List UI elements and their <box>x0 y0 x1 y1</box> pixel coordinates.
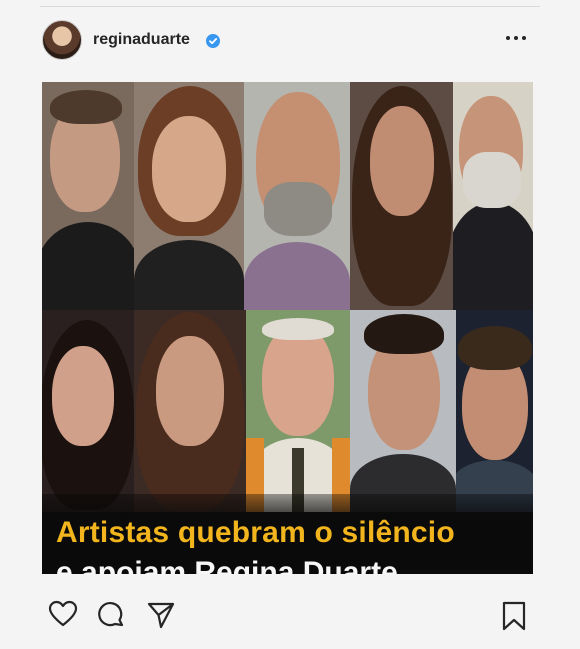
post-image-bottom-edge <box>42 574 533 582</box>
portrait-collage <box>42 82 533 512</box>
action-bar <box>0 600 580 640</box>
comment-icon[interactable] <box>96 600 126 630</box>
portrait-10 <box>456 310 533 512</box>
share-icon[interactable] <box>146 600 176 630</box>
post-image[interactable]: Artistas quebram o silêncio e apoiam Reg… <box>42 82 533 582</box>
portrait-9 <box>350 310 456 512</box>
heart-icon[interactable] <box>48 600 78 628</box>
portrait-1 <box>42 82 134 310</box>
verified-badge-icon <box>206 34 220 48</box>
bookmark-icon[interactable] <box>500 600 528 632</box>
portrait-2 <box>134 82 244 310</box>
portrait-8 <box>246 310 350 512</box>
portrait-5 <box>453 82 533 310</box>
avatar[interactable] <box>42 20 82 60</box>
more-options-icon[interactable] <box>506 32 526 44</box>
portrait-7 <box>134 310 246 512</box>
portrait-6 <box>42 310 134 512</box>
post-header: reginaduarte <box>0 14 580 66</box>
caption-line-1: Artistas quebram o silêncio <box>56 516 455 549</box>
top-divider <box>40 6 540 7</box>
portrait-4 <box>350 82 453 310</box>
portrait-3 <box>244 82 350 310</box>
username[interactable]: reginaduarte <box>93 31 190 49</box>
